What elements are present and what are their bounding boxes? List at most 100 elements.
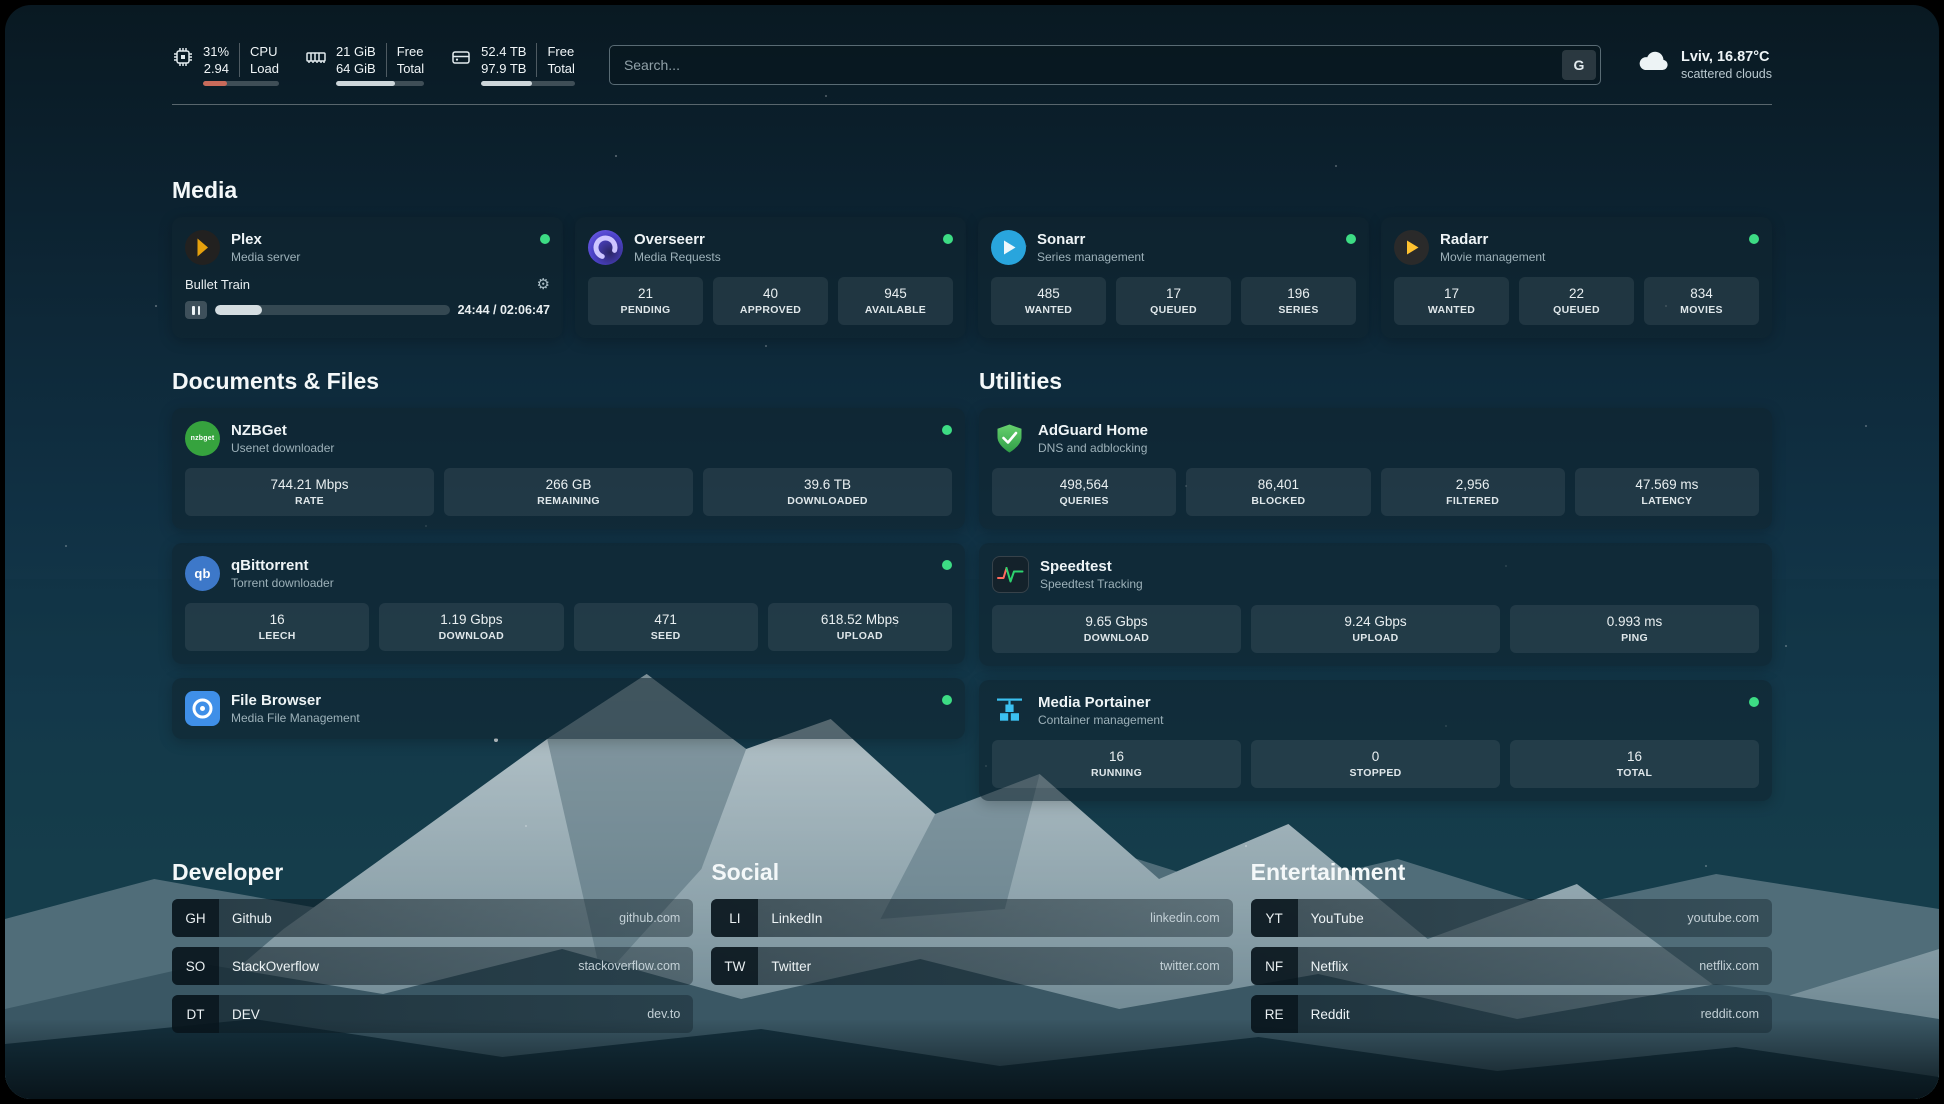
service-subtitle: Movie management: [1440, 250, 1545, 265]
stat-tile: 1.19 GbpsDOWNLOAD: [379, 603, 563, 651]
system-widgets: 31% CPU 2.94 Load: [172, 43, 575, 86]
bookmark-url: netflix.com: [1699, 947, 1772, 985]
bookmark-dev[interactable]: DT DEV dev.to: [172, 995, 693, 1033]
service-subtitle: Media server: [231, 250, 300, 265]
service-name: Speedtest: [1040, 558, 1143, 576]
service-name: Plex: [231, 231, 300, 249]
stat-tile: 17QUEUED: [1116, 277, 1231, 325]
bookmark-youtube[interactable]: YT YouTube youtube.com: [1251, 899, 1772, 937]
search-provider-button[interactable]: G: [1562, 50, 1596, 80]
bookmark-url: youtube.com: [1687, 899, 1772, 937]
filebrowser-icon: [185, 691, 220, 726]
status-dot: [1749, 234, 1759, 244]
stat-tile: 618.52 MbpsUPLOAD: [768, 603, 952, 651]
service-card-radarr[interactable]: Radarr Movie management 17WANTED 22QUEUE…: [1381, 217, 1772, 338]
bookmark-abbr: LI: [711, 899, 758, 937]
stat-tile: 47.569 msLATENCY: [1575, 468, 1759, 516]
service-card-sonarr[interactable]: Sonarr Series management 485WANTED 17QUE…: [978, 217, 1369, 338]
bookmark-github[interactable]: GH Github github.com: [172, 899, 693, 937]
bookmark-netflix[interactable]: NF Netflix netflix.com: [1251, 947, 1772, 985]
stat-tile: 744.21 MbpsRATE: [185, 468, 434, 516]
cpu-load: 2.94: [203, 60, 239, 77]
service-card-nzbget[interactable]: nzbget NZBGet Usenet downloader 744.21 M…: [172, 408, 965, 529]
ram-progress-bar: [336, 81, 424, 86]
weather-location: Lviv, 16.87°C: [1681, 49, 1772, 65]
service-name: File Browser: [231, 692, 360, 710]
bookmark-abbr: YT: [1251, 899, 1298, 937]
section-title-social: Social: [711, 859, 1232, 886]
bookmark-name: DEV: [219, 995, 647, 1033]
service-card-portainer[interactable]: Media Portainer Container management 16R…: [979, 680, 1772, 801]
stat-tile: 0.993 msPING: [1510, 605, 1759, 653]
bookmark-reddit[interactable]: RE Reddit reddit.com: [1251, 995, 1772, 1033]
sonarr-icon: [991, 230, 1026, 265]
adguard-icon: [992, 421, 1027, 456]
search: G: [609, 45, 1601, 85]
stat-tile: 9.24 GbpsUPLOAD: [1251, 605, 1500, 653]
section-title-documents: Documents & Files: [172, 368, 965, 395]
bookmark-abbr: TW: [711, 947, 758, 985]
bookmark-abbr: DT: [172, 995, 219, 1033]
bookmark-url: reddit.com: [1701, 995, 1772, 1033]
stat-tile: 0STOPPED: [1251, 740, 1500, 788]
status-dot: [1749, 697, 1759, 707]
bookmark-abbr: SO: [172, 947, 219, 985]
bookmark-url: linkedin.com: [1150, 899, 1232, 937]
bookmark-linkedin[interactable]: LI LinkedIn linkedin.com: [711, 899, 1232, 937]
dashboard-root: 31% CPU 2.94 Load: [5, 5, 1939, 1099]
status-dot: [942, 425, 952, 435]
pause-button[interactable]: [185, 301, 207, 319]
ram-total: 64 GiB: [336, 60, 386, 77]
service-card-speedtest[interactable]: Speedtest Speedtest Tracking 9.65 GbpsDO…: [979, 543, 1772, 666]
bookmark-stackoverflow[interactable]: SO StackOverflow stackoverflow.com: [172, 947, 693, 985]
section-title-developer: Developer: [172, 859, 693, 886]
service-card-adguard[interactable]: AdGuard Home DNS and adblocking 498,564Q…: [979, 408, 1772, 529]
stat-tile: 945AVAILABLE: [838, 277, 953, 325]
bookmark-url: dev.to: [647, 995, 693, 1033]
stat-tile: 21PENDING: [588, 277, 703, 325]
playback-time: 24:44 / 02:06:47: [458, 303, 550, 317]
topbar-divider: [172, 104, 1772, 105]
bookmark-url: github.com: [619, 899, 693, 937]
service-card-plex[interactable]: Plex Media server Bullet Train ⚙ 24:44 /…: [172, 217, 563, 338]
cpu-widget: 31% CPU 2.94 Load: [172, 43, 279, 86]
bookmark-name: StackOverflow: [219, 947, 578, 985]
section-title-utilities: Utilities: [979, 368, 1772, 395]
bookmark-twitter[interactable]: TW Twitter twitter.com: [711, 947, 1232, 985]
settings-gear-icon[interactable]: ⚙: [537, 277, 550, 292]
cpu-label: CPU: [239, 43, 279, 60]
bookmark-name: LinkedIn: [758, 899, 1150, 937]
bookmark-abbr: NF: [1251, 947, 1298, 985]
section-developer: Developer GH Github github.com SO StackO…: [172, 859, 693, 1033]
service-card-overseerr[interactable]: Overseerr Media Requests 21PENDING 40APP…: [575, 217, 966, 338]
section-social: Social LI LinkedIn linkedin.com TW Twitt…: [711, 859, 1232, 1033]
service-name: AdGuard Home: [1038, 422, 1148, 440]
disk-free: 52.4 TB: [481, 43, 536, 60]
stat-tile: 9.65 GbpsDOWNLOAD: [992, 605, 1241, 653]
service-subtitle: Speedtest Tracking: [1040, 577, 1143, 592]
stat-tile: 498,564QUERIES: [992, 468, 1176, 516]
stat-tile: 17WANTED: [1394, 277, 1509, 325]
playback-progress-bar[interactable]: [215, 305, 450, 315]
bookmark-name: Twitter: [758, 947, 1160, 985]
weather-widget: Lviv, 16.87°C scattered clouds: [1635, 49, 1772, 81]
service-subtitle: Series management: [1037, 250, 1144, 265]
service-name: NZBGet: [231, 422, 334, 440]
service-card-filebrowser[interactable]: File Browser Media File Management: [172, 678, 965, 739]
stat-tile: 834MOVIES: [1644, 277, 1759, 325]
status-dot: [1346, 234, 1356, 244]
service-name: Sonarr: [1037, 231, 1144, 249]
plex-icon: [185, 230, 220, 265]
bookmark-name: Github: [219, 899, 619, 937]
ram-total-label: Total: [386, 60, 424, 77]
service-card-qbittorrent[interactable]: qb qBittorrent Torrent downloader 16LEEC…: [172, 543, 965, 664]
stat-tile: 2,956FILTERED: [1381, 468, 1565, 516]
overseerr-icon: [588, 230, 623, 265]
service-subtitle: Torrent downloader: [231, 576, 334, 591]
service-name: Overseerr: [634, 231, 721, 249]
hard-disk-icon: [450, 46, 472, 68]
stat-tile: 86,401BLOCKED: [1186, 468, 1370, 516]
stat-tile: 40APPROVED: [713, 277, 828, 325]
search-input[interactable]: [609, 45, 1601, 85]
portainer-icon: [992, 693, 1027, 728]
